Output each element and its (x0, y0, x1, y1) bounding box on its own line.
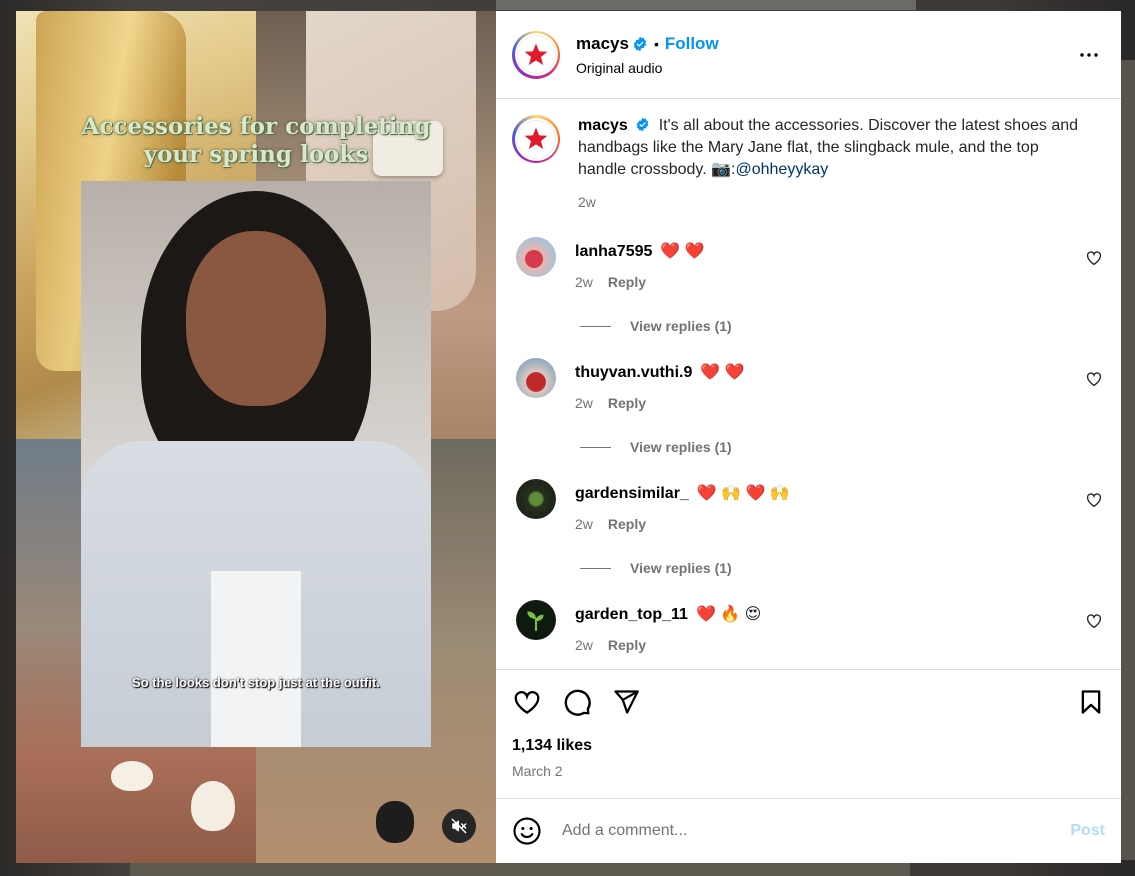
video-overlay-title: Accessories for completing your spring l… (16, 113, 496, 169)
post-side-panel: macys • Follow Original audio macys It's… (496, 11, 1121, 863)
commenter-avatar[interactable] (516, 237, 556, 277)
overlay-title-line: Accessories for completing (81, 113, 431, 140)
comment-item: garden_top_11 ❤️ 🔥 😍 2w Reply (512, 600, 1105, 653)
comment-item: gardensimilar_ ❤️ 🙌 ❤️ 🙌 2w Reply (512, 479, 1105, 532)
shoe-shape (376, 801, 414, 843)
view-replies-label: View replies (1) (630, 318, 732, 334)
like-comment-heart-icon[interactable] (1085, 612, 1103, 630)
presenter-top (211, 571, 301, 747)
comment-item: thuyvan.vuthi.9 ❤️ ❤️ 2w Reply (512, 358, 1105, 411)
video-subtitle: So the looks don't stop just at the outf… (132, 675, 380, 690)
comment-timestamp[interactable]: 2w (575, 637, 593, 653)
backdrop-strip-top (496, 0, 916, 10)
view-replies-button[interactable]: View replies (1) (580, 560, 1105, 576)
add-comment-bar: Post (496, 798, 1121, 863)
post-video[interactable]: Accessories for completing your spring l… (16, 11, 496, 863)
post-comment-button[interactable]: Post (1070, 822, 1105, 840)
save-button[interactable] (1069, 684, 1105, 720)
reply-button[interactable]: Reply (608, 395, 646, 411)
reply-button[interactable]: Reply (608, 516, 646, 532)
comment-bubble-icon (564, 689, 591, 716)
comment-timestamp[interactable]: 2w (575, 274, 593, 290)
caption-username[interactable]: macys (578, 117, 628, 134)
presenter-face (186, 231, 326, 406)
caption-timestamp[interactable]: 2w (578, 191, 1078, 213)
comments-list[interactable]: macys It's all about the accessories. Di… (496, 99, 1121, 669)
comment-text: ❤️ ❤️ (700, 364, 745, 381)
emoji-smile-icon (513, 817, 541, 845)
like-button[interactable] (512, 684, 548, 720)
share-button[interactable] (612, 684, 648, 720)
reply-button[interactable]: Reply (608, 637, 646, 653)
reply-button[interactable]: Reply (608, 274, 646, 290)
like-comment-heart-icon[interactable] (1085, 249, 1103, 267)
comment-input[interactable] (562, 822, 1071, 840)
post-caption: macys It's all about the accessories. Di… (512, 115, 1105, 213)
follow-button[interactable]: Follow (665, 34, 719, 54)
shoe-shape (191, 781, 235, 831)
caption-text-block: macys It's all about the accessories. Di… (578, 115, 1078, 181)
commenter-avatar[interactable] (516, 479, 556, 519)
comment-timestamp[interactable]: 2w (575, 395, 593, 411)
post-date[interactable]: March 2 (512, 763, 1105, 779)
overlay-title-line: your spring looks (143, 141, 369, 168)
macys-star-logo-icon (524, 43, 548, 65)
commenter-username[interactable]: gardensimilar_ (575, 485, 689, 502)
mute-toggle-button[interactable] (442, 809, 476, 843)
like-comment-heart-icon[interactable] (1085, 491, 1103, 509)
paper-plane-icon (614, 689, 639, 714)
post-header: macys • Follow Original audio (496, 11, 1121, 99)
shoe-shape (111, 761, 153, 791)
view-replies-button[interactable]: View replies (1) (580, 439, 1105, 455)
emoji-picker-button[interactable] (512, 815, 544, 847)
replies-divider-line (580, 567, 611, 569)
caption-mention-link[interactable]: @ohheyykay (735, 161, 828, 178)
seedling-icon (527, 611, 544, 631)
comment-timestamp[interactable]: 2w (575, 516, 593, 532)
view-replies-label: View replies (1) (630, 439, 732, 455)
more-options-button[interactable] (1073, 39, 1105, 71)
speaker-muted-icon (451, 818, 467, 834)
comment-text: ❤️ 🔥 😍 (695, 606, 762, 623)
verified-badge-icon (636, 117, 649, 132)
commenter-username[interactable]: thuyvan.vuthi.9 (575, 364, 692, 381)
commenter-avatar[interactable] (516, 358, 556, 398)
post-modal: Accessories for completing your spring l… (16, 11, 1121, 863)
presenter-video-inset (81, 181, 431, 747)
macys-star-logo-icon (524, 127, 548, 149)
post-actions: 1,134 likes March 2 (496, 669, 1121, 779)
view-replies-button[interactable]: View replies (1) (580, 318, 1105, 334)
commenter-avatar[interactable] (516, 600, 556, 640)
commenter-username[interactable]: garden_top_11 (575, 606, 688, 623)
heart-icon (514, 690, 540, 714)
bookmark-icon (1081, 689, 1101, 714)
more-horizontal-icon (1080, 52, 1098, 57)
comment-text: ❤️ ❤️ (660, 243, 705, 260)
backdrop-strip-right (1121, 60, 1135, 860)
author-avatar[interactable] (512, 30, 560, 79)
like-comment-heart-icon[interactable] (1085, 370, 1103, 388)
comment-button[interactable] (562, 684, 598, 720)
audio-label[interactable]: Original audio (576, 60, 1073, 76)
caption-author-avatar[interactable] (512, 115, 560, 163)
backdrop-strip-bottom (130, 862, 910, 876)
verified-badge-icon (633, 36, 647, 51)
comment-text: ❤️ 🙌 ❤️ 🙌 (696, 485, 790, 502)
comment-item: lanha7595 ❤️ ❤️ 2w Reply (512, 237, 1105, 290)
replies-divider-line (580, 325, 611, 327)
author-username[interactable]: macys (576, 34, 629, 54)
replies-divider-line (580, 446, 611, 448)
separator-dot: • (653, 35, 659, 52)
commenter-username[interactable]: lanha7595 (575, 243, 652, 260)
likes-count[interactable]: 1,134 likes (512, 737, 1105, 755)
view-replies-label: View replies (1) (630, 560, 732, 576)
